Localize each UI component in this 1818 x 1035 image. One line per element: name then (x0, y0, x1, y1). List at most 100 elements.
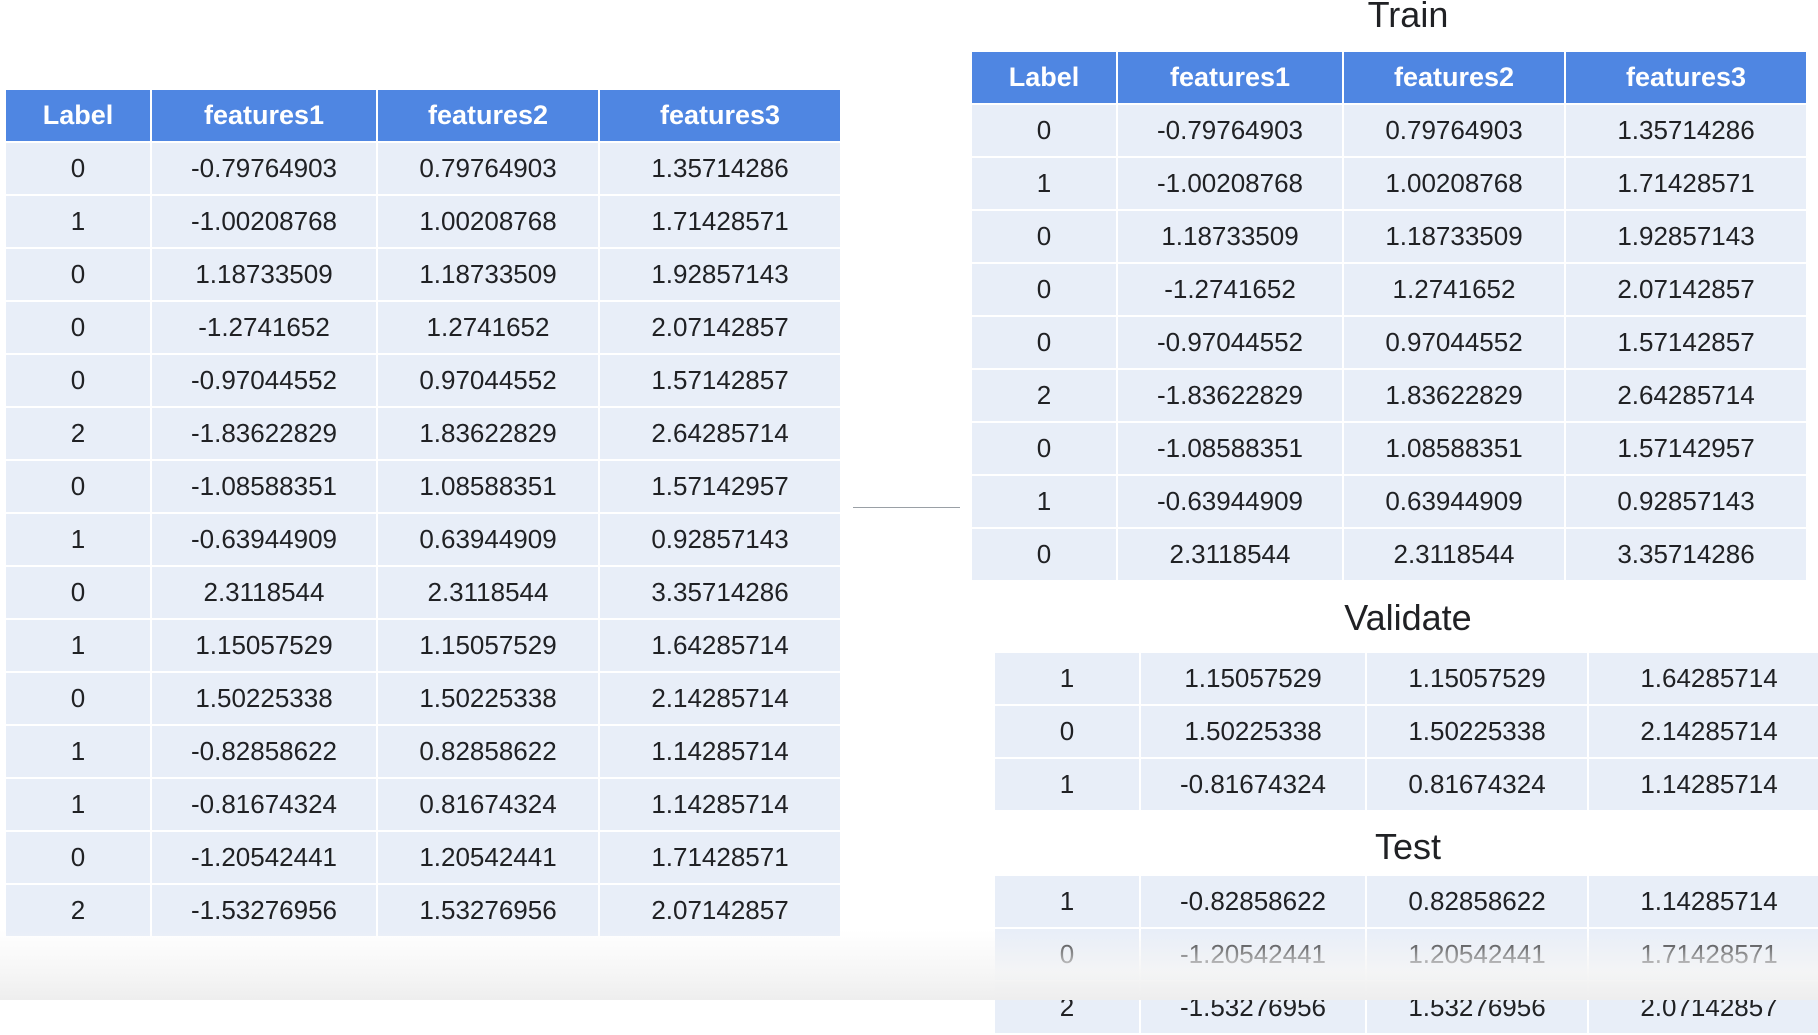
table-row: 0 -1.2741652 1.2741652 2.07142857 (972, 264, 1806, 315)
feature-cell: 1.53276956 (1367, 982, 1587, 1033)
feature-cell: 0.79764903 (378, 143, 598, 194)
feature-cell: 1.50225338 (1367, 706, 1587, 757)
table-row: 0 1.18733509 1.18733509 1.92857143 (6, 249, 840, 300)
feature-cell: 1.15057529 (1367, 653, 1587, 704)
feature-cell: 1.2741652 (1344, 264, 1564, 315)
column-header: Label (972, 52, 1116, 103)
feature-cell: 1.08588351 (1344, 423, 1564, 474)
train-table-body: 0 -0.79764903 0.79764903 1.35714286 1 -1.0020… (972, 105, 1806, 580)
label-cell: 1 (6, 514, 150, 565)
feature-cell: 0.82858622 (1367, 876, 1587, 927)
table-row: 1 -1.00208768 1.00208768 1.71428571 (6, 196, 840, 247)
table-row: 0 -1.20542441 1.20542441 1.71428571 (995, 929, 1818, 980)
label-cell: 1 (6, 726, 150, 777)
table-row: 2 -1.53276956 1.53276956 2.07142857 (995, 982, 1818, 1033)
column-header: features1 (1118, 52, 1342, 103)
train-table: Label features1 features2 features3 0 -0.797… (970, 50, 1808, 582)
label-cell: 0 (6, 355, 150, 406)
feature-cell: -1.20542441 (1141, 929, 1365, 980)
table-row: 1 1.15057529 1.15057529 1.64285714 (995, 653, 1818, 704)
feature-cell: 2.3118544 (1344, 529, 1564, 580)
label-cell: 1 (995, 759, 1139, 810)
feature-cell: 0.81674324 (378, 779, 598, 830)
table-row: 0 -0.97044552 0.97044552 1.57142857 (6, 355, 840, 406)
table-row: 0 -1.20542441 1.20542441 1.71428571 (6, 832, 840, 883)
feature-cell: -0.81674324 (152, 779, 376, 830)
label-cell: 0 (6, 143, 150, 194)
feature-cell: 1.20542441 (1367, 929, 1587, 980)
table-row: 1 -1.00208768 1.00208768 1.71428571 (972, 158, 1806, 209)
feature-cell: 2.14285714 (600, 673, 840, 724)
feature-cell: 1.00208768 (1344, 158, 1564, 209)
feature-cell: -1.2741652 (152, 302, 376, 353)
table-row: 1 -0.81674324 0.81674324 1.14285714 (995, 759, 1818, 810)
table-row: 2 -1.53276956 1.53276956 2.07142857 (6, 885, 840, 936)
feature-cell: -1.83622829 (1118, 370, 1342, 421)
table-row: 1 -0.81674324 0.81674324 1.14285714 (6, 779, 840, 830)
table-row: 0 1.50225338 1.50225338 2.14285714 (6, 673, 840, 724)
label-cell: 2 (972, 370, 1116, 421)
feature-cell: 0.92857143 (1566, 476, 1806, 527)
feature-cell: 1.15057529 (152, 620, 376, 671)
feature-cell: 3.35714286 (1566, 529, 1806, 580)
label-cell: 2 (6, 885, 150, 936)
table-row: 1 -0.63944909 0.63944909 0.92857143 (972, 476, 1806, 527)
feature-cell: 1.83622829 (378, 408, 598, 459)
table-row: 0 2.3118544 2.3118544 3.35714286 (6, 567, 840, 618)
feature-cell: 1.14285714 (600, 726, 840, 777)
feature-cell: -1.83622829 (152, 408, 376, 459)
feature-cell: -0.97044552 (152, 355, 376, 406)
source-table-header: Label features1 features2 features3 (6, 90, 840, 141)
table-row: 0 -1.08588351 1.08588351 1.57142957 (972, 423, 1806, 474)
label-cell: 0 (972, 211, 1116, 262)
feature-cell: 2.07142857 (600, 885, 840, 936)
label-cell: 0 (972, 529, 1116, 580)
label-cell: 0 (6, 302, 150, 353)
label-cell: 0 (6, 673, 150, 724)
label-cell: 0 (972, 423, 1116, 474)
feature-cell: -0.81674324 (1141, 759, 1365, 810)
feature-cell: 1.2741652 (378, 302, 598, 353)
source-table-body: 0 -0.79764903 0.79764903 1.35714286 1 -1.0020… (6, 143, 840, 936)
feature-cell: 2.3118544 (152, 567, 376, 618)
feature-cell: 0.63944909 (378, 514, 598, 565)
validate-table: 1 1.15057529 1.15057529 1.64285714 0 1.502253… (993, 651, 1818, 812)
feature-cell: 1.50225338 (152, 673, 376, 724)
column-header: Label (6, 90, 150, 141)
source-data-table: Label features1 features2 features3 0 -0.797… (4, 88, 842, 938)
feature-cell: 1.15057529 (378, 620, 598, 671)
table-row: 0 -1.08588351 1.08588351 1.57142957 (6, 461, 840, 512)
feature-cell: 2.64285714 (1566, 370, 1806, 421)
feature-cell: 1.71428571 (1566, 158, 1806, 209)
feature-cell: 1.14285714 (600, 779, 840, 830)
table-row: 0 -1.2741652 1.2741652 2.07142857 (6, 302, 840, 353)
table-row: 1 1.15057529 1.15057529 1.64285714 (6, 620, 840, 671)
feature-cell: 0.92857143 (600, 514, 840, 565)
label-cell: 0 (6, 567, 150, 618)
feature-cell: 1.50225338 (1141, 706, 1365, 757)
feature-cell: -0.63944909 (1118, 476, 1342, 527)
table-row: 0 1.50225338 1.50225338 2.14285714 (995, 706, 1818, 757)
feature-cell: 2.07142857 (1566, 264, 1806, 315)
split-connector-line (853, 507, 960, 508)
label-cell: 2 (995, 982, 1139, 1033)
label-cell: 0 (995, 929, 1139, 980)
feature-cell: 1.57142957 (1566, 423, 1806, 474)
feature-cell: -1.08588351 (1118, 423, 1342, 474)
feature-cell: 2.3118544 (378, 567, 598, 618)
feature-cell: 1.15057529 (1141, 653, 1365, 704)
table-row: 1 -0.82858622 0.82858622 1.14285714 (6, 726, 840, 777)
train-table-header: Label features1 features2 features3 (972, 52, 1806, 103)
table-row: 0 2.3118544 2.3118544 3.35714286 (972, 529, 1806, 580)
feature-cell: -1.08588351 (152, 461, 376, 512)
label-cell: 1 (972, 476, 1116, 527)
label-cell: 1 (6, 196, 150, 247)
feature-cell: 1.50225338 (378, 673, 598, 724)
label-cell: 1 (995, 876, 1139, 927)
label-cell: 0 (6, 832, 150, 883)
feature-cell: -0.79764903 (1118, 105, 1342, 156)
feature-cell: 1.14285714 (1589, 759, 1818, 810)
feature-cell: 0.82858622 (378, 726, 598, 777)
train-title: Train (1367, 0, 1449, 35)
feature-cell: 2.3118544 (1118, 529, 1342, 580)
